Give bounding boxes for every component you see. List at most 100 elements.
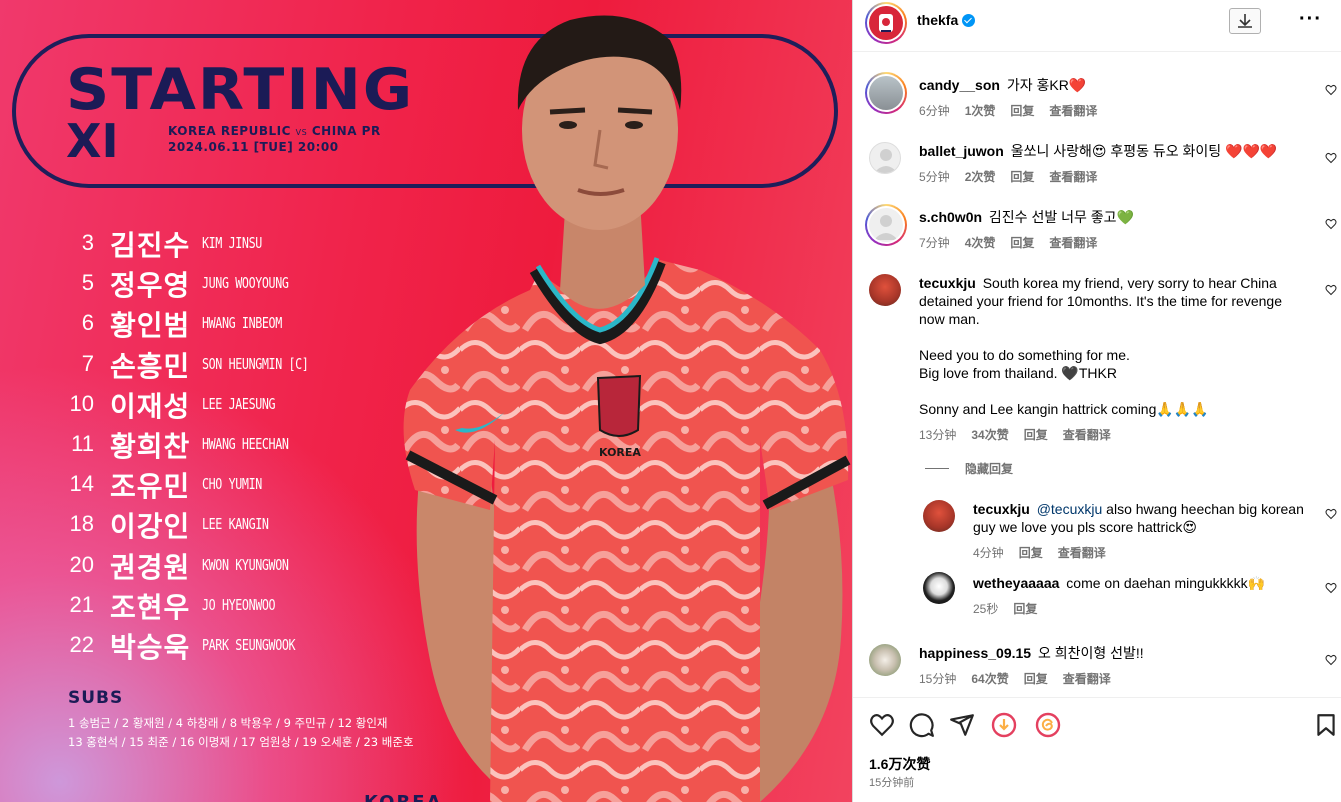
commenter-avatar[interactable] (865, 204, 907, 246)
comment-username[interactable]: s.ch0w0n (919, 209, 982, 225)
like-comment-heart-icon[interactable] (1325, 654, 1337, 666)
mention-link[interactable]: @tecuxkju (1037, 501, 1103, 517)
translate-button[interactable]: 查看翻译 (1049, 104, 1097, 118)
subs-line-2: 13 홍현석 / 15 최준 / 16 이명재 / 17 엄원상 / 19 오세… (68, 735, 414, 749)
player-name-korean: 이강인 (110, 510, 191, 544)
player-number: 6 (81, 310, 94, 336)
comment-body-line: Big love from thailand. 🖤THKR (919, 365, 1117, 381)
kfa-avatar[interactable] (865, 2, 907, 44)
comment-likes[interactable]: 1次赞 (965, 104, 996, 118)
kfa-logo-icon (879, 14, 893, 32)
reply-button[interactable]: 回复 (1010, 170, 1034, 184)
match-teams: KOREA REPUBLIC VS CHINA PR (168, 124, 381, 138)
hide-replies-button[interactable]: 隐藏回复 (925, 460, 1013, 477)
more-options-button[interactable]: ··· (1299, 8, 1322, 31)
commenter-avatar[interactable] (923, 572, 955, 604)
player-number: 21 (69, 591, 94, 617)
player-name-korean: 권경원 (110, 550, 191, 584)
comment-likes[interactable]: 34次赞 (971, 428, 1008, 442)
player-name-english: SON HEUNGMIN [C] (202, 354, 309, 373)
comment-likes[interactable]: 4次赞 (965, 236, 996, 250)
verified-badge-icon (962, 14, 976, 27)
subs-title: SUBS (68, 688, 124, 708)
post-image[interactable]: STARTING XI KOREA REPUBLIC VS CHINA PR 2… (0, 0, 852, 802)
comment-meta: 13分钟 34次赞 回复 查看翻译 (919, 426, 1126, 443)
reply-button[interactable]: 回复 (1010, 104, 1034, 118)
lineup-player-row: 3 김진수 KIM JINSU (60, 224, 360, 262)
player-name-english: LEE JAESUNG (202, 394, 276, 413)
player-number: 22 (69, 632, 94, 657)
post-side-panel: thekfa ··· candy__son 가자 홍KR❤️ 6分钟 1次赞 回复查… (852, 0, 1341, 802)
reply-button[interactable]: 回复 (1024, 428, 1048, 442)
comment-username[interactable]: happiness_09.15 (919, 645, 1031, 661)
translate-button[interactable]: 查看翻译 (1058, 546, 1106, 560)
player-name-korean: 황희찬 (110, 430, 191, 463)
translate-button[interactable]: 查看翻译 (1049, 170, 1097, 184)
commenter-avatar[interactable] (869, 274, 901, 306)
header-username[interactable]: thekfa (917, 12, 958, 28)
translate-button[interactable]: 查看翻译 (1063, 428, 1111, 442)
comment-body: 가자 홍KR❤️ (1006, 77, 1087, 93)
comment-time: 15分钟 (919, 672, 957, 686)
player-name-english: KWON KYUNGWON (202, 555, 289, 574)
share-icon[interactable] (949, 712, 975, 738)
comment-body: 김진수 선발 너무 좋고💚 (988, 209, 1134, 225)
comment-likes[interactable]: 64次赞 (971, 672, 1008, 686)
like-comment-heart-icon[interactable] (1325, 84, 1337, 96)
translate-button[interactable]: 查看翻译 (1049, 236, 1097, 250)
default-avatar-icon (874, 215, 898, 240)
reply-button[interactable]: 回复 (1024, 672, 1048, 686)
lineup-player-row: 10 이재성 LEE JAESUNG (60, 385, 360, 423)
like-comment-heart-icon[interactable] (1325, 152, 1337, 164)
comment-username[interactable]: candy__son (919, 77, 1000, 93)
lineup-player-row: 7 손흥민 SON HEUNGMIN [C] (60, 345, 360, 383)
comment-text: tecuxkju @tecuxkju also hwang heechan bi… (973, 500, 1313, 536)
reply-button[interactable]: 回复 (1013, 602, 1037, 616)
player-number: 11 (71, 431, 94, 456)
player-name-english: PARK SEUNGWOOK (202, 636, 296, 654)
comment-meta: 25秒 回复 (973, 600, 1052, 617)
like-count[interactable]: 1.6万次赞 (869, 754, 930, 774)
post-time: 15分钟前 (869, 777, 915, 789)
player-name-english: JO HYEONWOO (202, 595, 276, 614)
heart-icon[interactable] (869, 712, 895, 738)
reply-button[interactable]: 回复 (1010, 236, 1034, 250)
bookmark-icon[interactable] (1313, 712, 1339, 738)
lineup-player-row: 21 조현우 JO HYEONWOO (60, 586, 360, 624)
threads-icon[interactable] (1035, 712, 1061, 738)
commenter-avatar[interactable] (869, 644, 901, 676)
comment-username[interactable]: ballet_juwon (919, 143, 1004, 159)
download-button[interactable] (1229, 8, 1261, 34)
comment-text: s.ch0w0n 김진수 선발 너무 좋고💚 (919, 208, 1299, 226)
commenter-avatar[interactable] (869, 142, 901, 174)
like-comment-heart-icon[interactable] (1325, 218, 1337, 230)
lineup-player-row: 20 권경원 KWON KYUNGWON (60, 546, 360, 584)
comment-body: come on daehan mingukkkkk🙌 (1066, 575, 1266, 591)
lineup-player-row: 14 조유민 CHO YUMIN (60, 465, 360, 503)
comment-username[interactable]: wetheyaaaaa (973, 575, 1059, 591)
player-number: 7 (81, 350, 94, 376)
default-avatar-icon (874, 149, 898, 173)
header-user[interactable]: thekfa (917, 12, 976, 30)
commenter-avatar[interactable] (865, 72, 907, 114)
reply-button[interactable]: 回复 (1019, 546, 1043, 560)
bottom-korea-logo: KOREA (364, 792, 443, 802)
jersey-korea-text: KOREA (599, 446, 641, 459)
comment-meta: 15分钟 64次赞 回复 查看翻译 (919, 670, 1126, 687)
like-comment-heart-icon[interactable] (1325, 582, 1337, 594)
download-icon (1238, 14, 1252, 28)
commenter-avatar[interactable] (923, 500, 955, 532)
comment-icon[interactable] (909, 712, 935, 738)
post-header: thekfa ··· (853, 0, 1341, 52)
like-comment-heart-icon[interactable] (1325, 284, 1337, 296)
player-name-korean: 손흥민 (110, 349, 191, 383)
comment-likes[interactable]: 2次赞 (965, 170, 996, 184)
translate-button[interactable]: 查看翻译 (1063, 672, 1111, 686)
post-actions: 1.6万次赞 15分钟前 (853, 697, 1341, 802)
comment-username[interactable]: tecuxkju (973, 501, 1030, 517)
player-name-korean: 황인범 (110, 309, 191, 343)
download-circle-icon[interactable] (991, 712, 1017, 738)
like-comment-heart-icon[interactable] (1325, 508, 1337, 520)
comment-username[interactable]: tecuxkju (919, 275, 976, 291)
player-name-korean: 박승욱 (110, 631, 191, 664)
